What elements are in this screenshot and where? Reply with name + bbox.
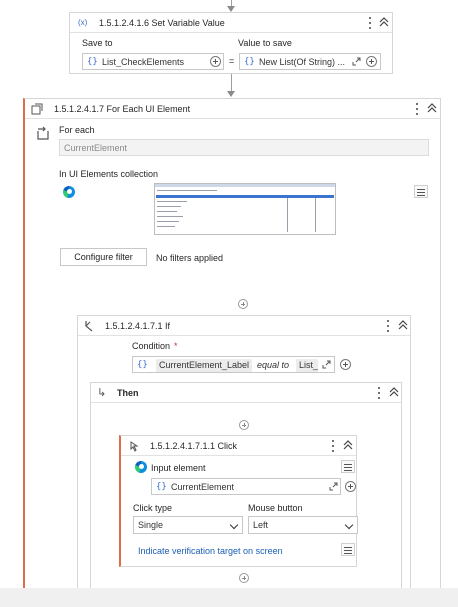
condition-operator: equal to — [257, 360, 290, 370]
then-more-icon[interactable] — [377, 387, 381, 399]
add-activity-icon-2[interactable] — [239, 420, 249, 430]
for-each-label: For each — [59, 125, 95, 135]
workflow-designer-canvas: (x) 1.5.1.2.4.1.6 Set Variable Value Sav… — [0, 0, 458, 607]
equals-sign: = — [229, 56, 235, 66]
condition-plus-icon[interactable] — [340, 359, 351, 370]
edge-browser-icon — [63, 186, 75, 198]
value-to-save-value: New List(Of String) ... — [259, 57, 346, 67]
value-to-save-plus-icon[interactable] — [366, 56, 377, 67]
click-type-select[interactable]: Single — [133, 516, 243, 534]
click-activity[interactable]: 1.5.1.2.4.1.7.1.1 Click Input element {}… — [119, 435, 358, 567]
save-to-curly-icon: {} — [87, 57, 98, 67]
input-element-edge-icon — [135, 461, 147, 473]
save-to-plus-icon[interactable] — [210, 56, 221, 67]
for-each-collapse-icon[interactable] — [427, 103, 437, 113]
for-each-item-placeholder: CurrentElement — [64, 143, 128, 153]
set-variable-header[interactable]: (x) 1.5.1.2.4.1.6 Set Variable Value — [70, 13, 392, 33]
if-more-icon[interactable] — [386, 320, 390, 332]
click-type-label: Click type — [133, 503, 173, 513]
collection-label: In UI Elements collection — [59, 169, 159, 179]
click-activity-icon — [130, 441, 139, 452]
input-element-plus-icon[interactable] — [345, 481, 356, 492]
input-element-curly-icon: {} — [156, 482, 167, 492]
then-title: Then — [117, 388, 139, 398]
if-title: 1.5.1.2.4.1.7.1 If — [105, 321, 171, 331]
click-type-chevron-down-icon — [229, 520, 239, 530]
configure-filter-button[interactable]: Configure filter — [60, 248, 147, 266]
mouse-button-label: Mouse button — [248, 503, 303, 513]
value-to-save-expand-icon[interactable] — [352, 57, 361, 66]
set-variable-icon: (x) — [78, 18, 88, 27]
condition-right-operand[interactable]: List_C — [296, 359, 318, 372]
add-activity-icon-1[interactable] — [238, 299, 248, 309]
mouse-button-select[interactable]: Left — [248, 516, 358, 534]
for-each-loop-icon — [37, 126, 49, 140]
condition-field[interactable]: {} CurrentElement_Label equal to List_C — [132, 356, 335, 373]
if-branch-icon — [85, 321, 93, 332]
save-to-label: Save to — [82, 38, 113, 48]
condition-expand-icon[interactable] — [322, 360, 331, 369]
click-collapse-icon[interactable] — [343, 440, 353, 450]
for-each-title: 1.5.1.2.4.1.7 For Each UI Element — [54, 104, 191, 114]
for-each-item-field[interactable]: CurrentElement — [59, 139, 429, 156]
for-each-header[interactable]: 1.5.1.2.4.1.7 For Each UI Element — [25, 99, 440, 119]
value-to-save-curly-icon: {} — [244, 57, 255, 67]
indicate-verification-target-link[interactable]: Indicate verification target on screen — [138, 546, 283, 556]
mouse-button-value: Left — [253, 520, 269, 530]
condition-label: Condition — [132, 341, 171, 351]
ui-elements-thumbnail[interactable] — [154, 183, 336, 235]
set-variable-collapse-icon[interactable] — [379, 17, 389, 27]
input-element-value: CurrentElement — [171, 482, 235, 492]
collection-options-icon[interactable] — [414, 185, 428, 198]
set-variable-title: 1.5.1.2.4.1.6 Set Variable Value — [99, 18, 225, 28]
condition-required-marker: * — [174, 341, 178, 351]
if-header[interactable]: 1.5.1.2.4.1.7.1 If — [78, 316, 410, 336]
input-element-expand-icon[interactable] — [329, 482, 338, 491]
condition-curly-icon: {} — [137, 360, 148, 370]
click-type-value: Single — [138, 520, 164, 530]
then-branch[interactable]: ↳ Then 1.5.1.2.4.1.7.1.1 Click Input ele… — [90, 382, 402, 590]
for-each-activity-icon — [31, 103, 43, 115]
condition-left-operand[interactable]: CurrentElement_Label — [156, 359, 253, 372]
input-element-label: Input element — [151, 463, 206, 473]
set-variable-more-icon[interactable] — [368, 17, 372, 29]
input-element-options-icon[interactable] — [341, 460, 355, 473]
then-collapse-icon[interactable] — [389, 387, 399, 397]
if-collapse-icon[interactable] — [398, 320, 408, 330]
then-header[interactable]: ↳ Then — [91, 383, 401, 403]
for-each-ui-element-activity[interactable]: 1.5.1.2.4.1.7 For Each UI Element For ea… — [23, 98, 441, 590]
connector-arrow-mid — [227, 91, 235, 97]
then-arrow-icon: ↳ — [97, 387, 107, 399]
click-header[interactable]: 1.5.1.2.4.1.7.1.1 Click — [121, 436, 356, 456]
set-variable-activity[interactable]: (x) 1.5.1.2.4.1.6 Set Variable Value Sav… — [69, 12, 393, 74]
input-element-field[interactable]: {} CurrentElement — [151, 478, 341, 495]
if-activity[interactable]: 1.5.1.2.4.1.7.1 If Condition * {} Curren… — [77, 315, 411, 590]
connector-mid — [231, 74, 232, 92]
click-title: 1.5.1.2.4.1.7.1.1 Click — [150, 441, 238, 451]
value-to-save-field[interactable]: {} New List(Of String) ... — [239, 53, 381, 70]
for-each-more-icon[interactable] — [415, 103, 419, 115]
click-more-icon[interactable] — [331, 440, 335, 452]
value-to-save-label: Value to save — [238, 38, 292, 48]
bottom-scroll-area — [0, 588, 458, 607]
verification-options-icon[interactable] — [341, 543, 355, 556]
save-to-value: List_CheckElements — [102, 57, 185, 67]
mouse-button-chevron-down-icon — [344, 520, 354, 530]
add-activity-icon-3[interactable] — [239, 573, 249, 583]
save-to-field[interactable]: {} List_CheckElements — [82, 53, 224, 70]
filter-status: No filters applied — [156, 253, 224, 263]
